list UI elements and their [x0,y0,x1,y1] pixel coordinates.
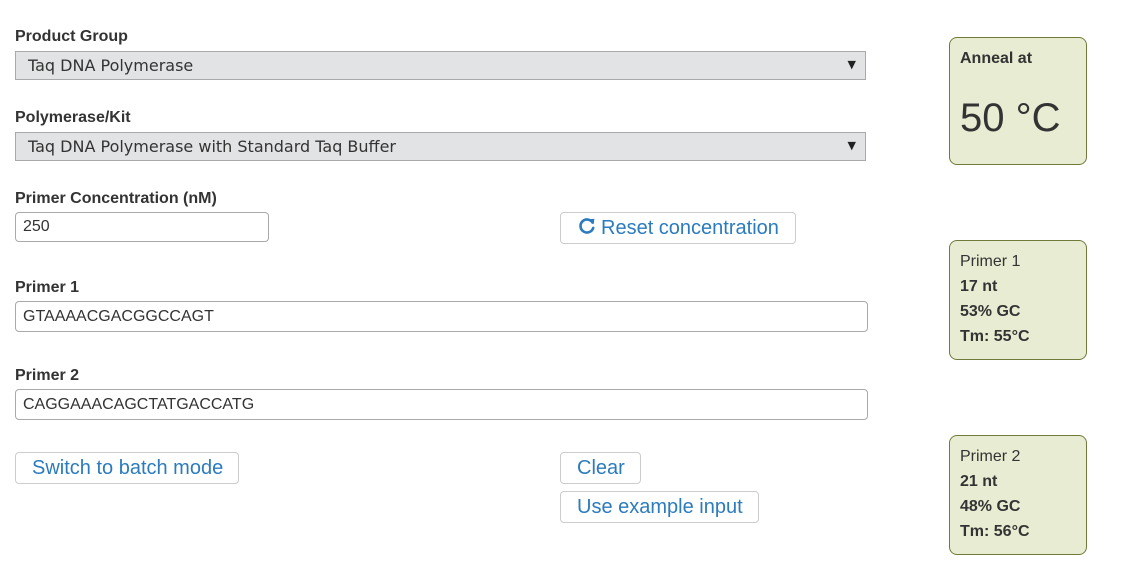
product-group-label: Product Group [15,28,128,45]
primer-concentration-input[interactable]: 250 [15,212,269,242]
anneal-title: Anneal at [960,50,1033,67]
chevron-down-icon: ▼ [847,58,856,71]
primer1-label: Primer 1 [15,279,80,296]
polymerase-kit-selected: Taq DNA Polymerase with Standard Taq Buf… [28,137,396,156]
primer1-tm: Tm: 55°C [960,328,1030,345]
reset-concentration-button[interactable]: Reset concentration [560,212,796,244]
primer2-input[interactable]: CAGGAAACAGCTATGACCATG [15,389,868,420]
anneal-temperature: 50 °C [960,96,1061,140]
reset-concentration-label: Reset concentration [601,217,779,239]
switch-batch-mode-button[interactable]: Switch to batch mode [15,452,239,484]
primer2-tm: Tm: 56°C [960,523,1030,540]
anneal-panel: Anneal at 50 °C [949,37,1087,165]
use-example-input-button[interactable]: Use example input [560,491,759,523]
primer-concentration-label: Primer Concentration (nM) [15,190,217,207]
primer1-gc: 53% GC [960,303,1021,320]
refresh-icon [577,215,597,245]
polymerase-kit-label: Polymerase/Kit [15,109,131,126]
primer1-stats-title: Primer 1 [960,253,1021,270]
primer2-length: 21 nt [960,473,998,490]
primer1-input[interactable]: GTAAAACGACGGCCAGT [15,301,868,332]
primer2-label: Primer 2 [15,367,80,384]
primer1-length: 17 nt [960,278,998,295]
polymerase-kit-select[interactable]: Taq DNA Polymerase with Standard Taq Buf… [15,132,866,161]
product-group-select[interactable]: Taq DNA Polymerase ▼ [15,51,866,80]
primer2-gc: 48% GC [960,498,1021,515]
chevron-down-icon: ▼ [847,139,856,152]
primer2-stats-panel: Primer 2 21 nt 48% GC Tm: 56°C [949,435,1087,555]
clear-button[interactable]: Clear [560,452,641,484]
primer2-stats-title: Primer 2 [960,448,1021,465]
product-group-selected: Taq DNA Polymerase [28,56,194,75]
primer1-stats-panel: Primer 1 17 nt 53% GC Tm: 55°C [949,240,1087,360]
